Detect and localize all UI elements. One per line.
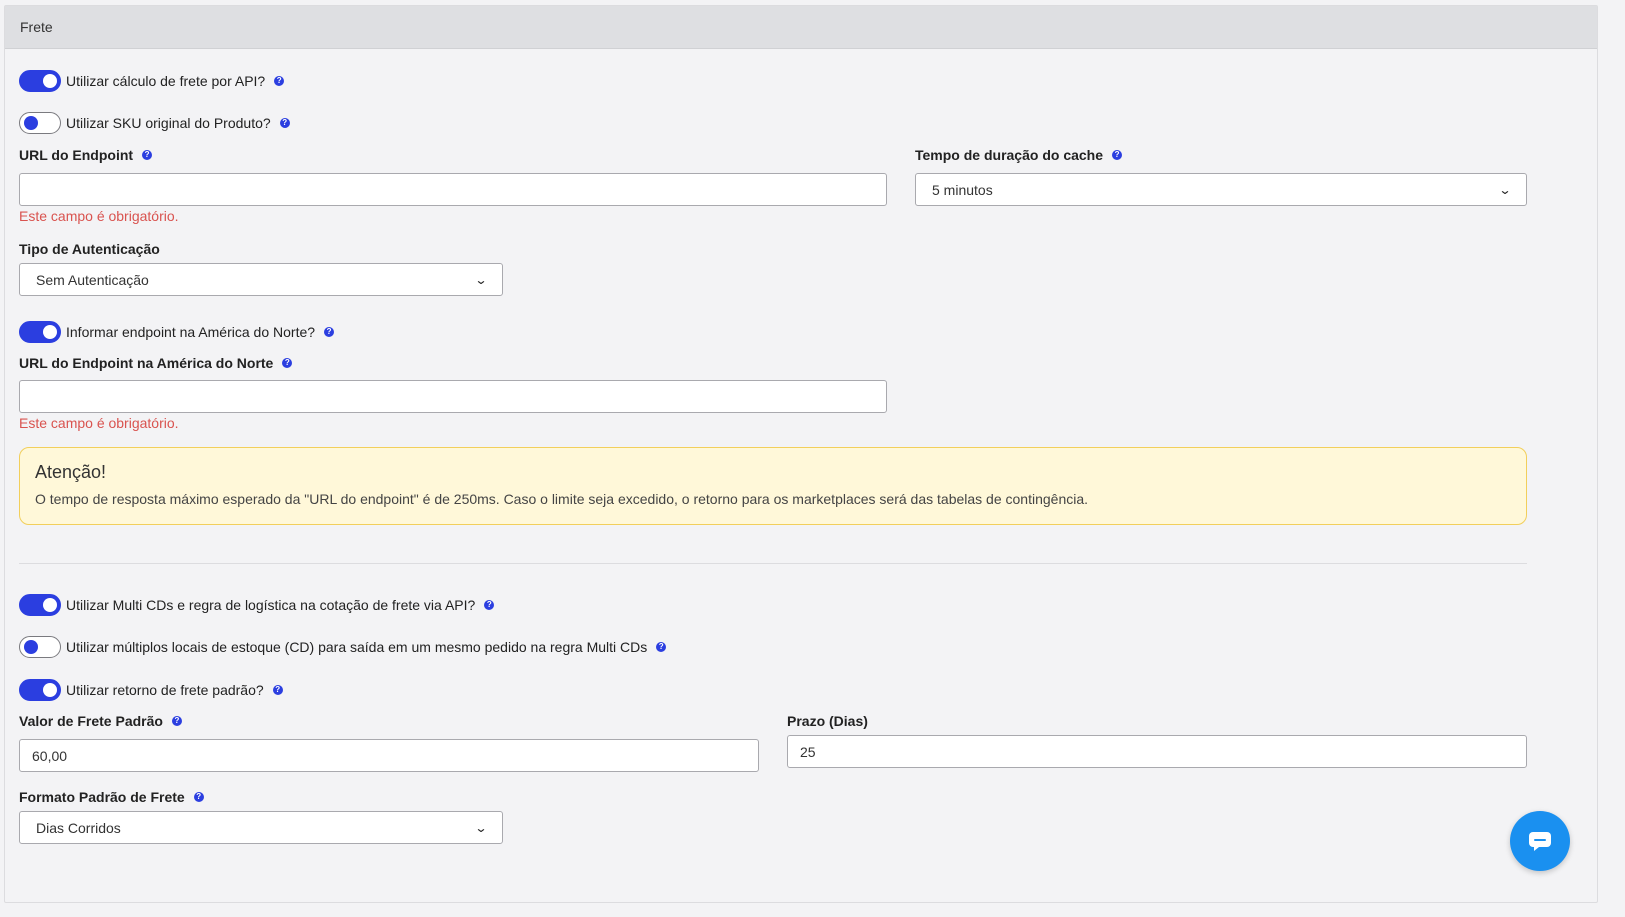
default-return-switch[interactable] [19, 679, 61, 701]
help-icon[interactable]: ? [282, 358, 293, 368]
toggle-row-api-calc: Utilizar cálculo de frete por API? ? [19, 70, 285, 92]
panel-title: Frete [5, 6, 1597, 49]
help-icon[interactable]: ? [656, 642, 667, 652]
switch-knob [43, 325, 57, 339]
switch-knob [24, 116, 38, 130]
endpoint-na-label: URL do Endpoint na América do Norte [19, 355, 274, 371]
deadline-label: Prazo (Dias) [787, 713, 868, 729]
toggle-row-north-america: Informar endpoint na América do Norte? ? [19, 321, 335, 343]
help-icon[interactable]: ? [272, 685, 283, 695]
freight-value-label-row: Valor de Frete Padrão ? [19, 713, 182, 729]
cache-duration-label: Tempo de duração do cache [915, 147, 1104, 163]
freight-format-select[interactable]: Dias Corridos ⌄ [19, 811, 503, 844]
auth-type-select[interactable]: Sem Autenticação ⌄ [19, 263, 503, 296]
help-icon[interactable]: ? [193, 792, 204, 802]
endpoint-na-label-row: URL do Endpoint na América do Norte ? [19, 355, 293, 371]
freight-format-label: Formato Padrão de Frete [19, 789, 185, 805]
help-icon[interactable]: ? [279, 118, 290, 128]
multi-locations-label: Utilizar múltiplos locais de estoque (CD… [66, 639, 648, 655]
alert-text: O tempo de resposta máximo esperado da "… [35, 491, 1089, 507]
chat-button[interactable] [1510, 811, 1570, 871]
sku-original-switch[interactable] [19, 112, 61, 134]
toggle-row-multi-cds: Utilizar Multi CDs e regra de logística … [19, 594, 495, 616]
help-icon[interactable]: ? [324, 327, 335, 337]
help-icon[interactable]: ? [171, 716, 182, 726]
section-divider [19, 563, 1527, 564]
chevron-down-icon: ⌄ [1498, 182, 1512, 197]
help-icon[interactable]: ? [484, 600, 495, 610]
sku-original-label: Utilizar SKU original do Produto? [66, 115, 271, 131]
help-icon[interactable]: ? [274, 76, 285, 86]
alert-title: Atenção! [35, 462, 107, 482]
chevron-down-icon: ⌄ [474, 272, 488, 287]
multi-cds-label: Utilizar Multi CDs e regra de logística … [66, 597, 476, 613]
endpoint-url-label: URL do Endpoint [19, 147, 134, 163]
default-return-label: Utilizar retorno de frete padrão? [66, 682, 264, 698]
endpoint-url-input[interactable] [19, 173, 887, 206]
endpoint-na-input[interactable] [19, 380, 887, 413]
help-icon[interactable]: ? [142, 150, 153, 160]
cache-duration-select[interactable]: 5 minutos ⌄ [915, 173, 1527, 206]
endpoint-url-label-row: URL do Endpoint ? [19, 147, 153, 163]
multi-cds-switch[interactable] [19, 594, 61, 616]
freight-format-value: Dias Corridos [36, 819, 121, 836]
auth-type-label-row: Tipo de Autenticação [19, 241, 160, 257]
deadline-label-row: Prazo (Dias) [787, 713, 868, 729]
cache-duration-value: 5 minutos [932, 181, 993, 198]
auth-type-value: Sem Autenticação [36, 271, 149, 288]
auth-type-label: Tipo de Autenticação [19, 241, 160, 257]
toggle-row-multi-locations: Utilizar múltiplos locais de estoque (CD… [19, 636, 667, 658]
endpoint-url-error: Este campo é obrigatório. [19, 208, 179, 224]
switch-knob [43, 598, 57, 612]
toggle-row-default-return: Utilizar retorno de frete padrão? ? [19, 679, 283, 701]
chat-icon [1529, 832, 1551, 851]
north-america-switch[interactable] [19, 321, 61, 343]
north-america-label: Informar endpoint na América do Norte? [66, 324, 316, 340]
switch-knob [43, 683, 57, 697]
chevron-down-icon: ⌄ [474, 820, 488, 835]
api-calc-label: Utilizar cálculo de frete por API? [66, 73, 266, 89]
help-icon[interactable]: ? [1112, 150, 1123, 160]
switch-knob [43, 74, 57, 88]
switch-knob [24, 640, 38, 654]
endpoint-na-error: Este campo é obrigatório. [19, 415, 179, 431]
multi-locations-switch[interactable] [19, 636, 61, 658]
freight-value-label: Valor de Frete Padrão [19, 713, 163, 729]
toggle-row-sku-original: Utilizar SKU original do Produto? ? [19, 112, 290, 134]
cache-duration-label-row: Tempo de duração do cache ? [915, 147, 1123, 163]
freight-value-input[interactable] [19, 739, 759, 772]
freight-format-label-row: Formato Padrão de Frete ? [19, 789, 204, 805]
attention-alert: Atenção! O tempo de resposta máximo espe… [19, 447, 1527, 525]
api-calc-switch[interactable] [19, 70, 61, 92]
deadline-input[interactable] [787, 735, 1527, 768]
